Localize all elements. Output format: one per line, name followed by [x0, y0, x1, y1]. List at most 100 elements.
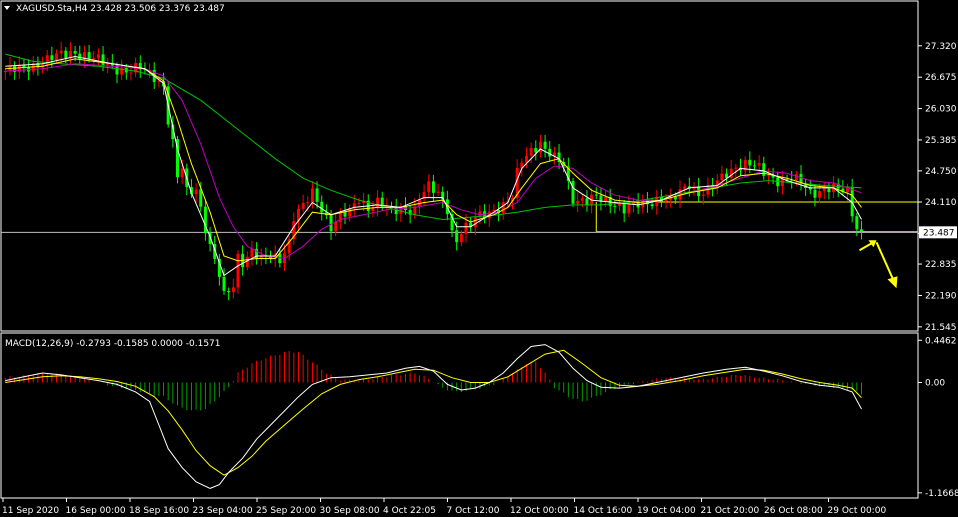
- ma-fast-line: [5, 55, 862, 277]
- bear-candle: [64, 50, 68, 58]
- drop-arrow-line: [875, 241, 895, 281]
- price-tick-label: 24.750: [925, 167, 957, 177]
- time-tick-label: 16 Sep 00:00: [66, 506, 126, 516]
- bear-candle: [329, 215, 333, 232]
- trading-chart[interactable]: XAGUSD.Sta,H4 23.428 23.506 23.376 23.48…: [0, 0, 958, 517]
- macd-header: MACD(12,26,9) -0.2793 -0.1585 0.0000 -0.…: [5, 339, 221, 349]
- ma-mid-line: [5, 58, 862, 262]
- bear-candle: [748, 159, 752, 166]
- bull-candle: [720, 173, 724, 181]
- bear-candle: [50, 55, 54, 61]
- bear-candle: [571, 180, 575, 204]
- bull-candle: [701, 194, 705, 196]
- bull-candle: [464, 222, 468, 234]
- bull-candle: [780, 179, 784, 187]
- bull-candle: [538, 141, 542, 153]
- bull-candle: [766, 175, 770, 177]
- bear-candle: [752, 165, 756, 167]
- bull-candle: [524, 155, 528, 163]
- bear-candle: [585, 198, 589, 206]
- macd-histogram: [4, 350, 862, 411]
- time-tick-label: 21 Oct 20:00: [701, 506, 760, 516]
- macd-lines: [5, 344, 862, 489]
- macd-tick-label: 0.4462: [925, 336, 957, 346]
- bear-candle: [101, 54, 105, 65]
- time-tick-label: 30 Sep 08:00: [320, 506, 380, 516]
- bear-candle: [673, 196, 677, 200]
- bull-candle: [734, 167, 738, 169]
- price-tick-label: 22.835: [925, 260, 957, 270]
- horizontal-lines[interactable]: [1, 201, 918, 233]
- bear-candle: [73, 50, 77, 54]
- time-axis: 11 Sep 2020 16 Sep 00:00 18 Sep 16:00 23 Se…: [2, 498, 886, 516]
- bear-candle: [855, 216, 859, 230]
- bull-candle: [473, 216, 477, 228]
- bear-candle: [650, 204, 654, 207]
- bull-candle: [818, 191, 822, 198]
- bull-candle: [376, 197, 380, 209]
- ma-slow-line: [5, 63, 862, 260]
- bull-candle: [301, 203, 305, 209]
- macd-axis: 0.4462 0.00 -1.1668: [918, 336, 958, 499]
- bear-candle: [622, 203, 626, 214]
- bear-candle: [222, 276, 226, 291]
- moving-averages: [5, 53, 862, 277]
- symbol-header: XAGUSD.Sta,H4 23.428 23.506 23.376 23.48…: [16, 4, 225, 14]
- bull-candle: [96, 54, 100, 59]
- time-tick-label: 4 Oct 22:05: [383, 506, 436, 516]
- forecast-arrow[interactable]: [858, 240, 898, 289]
- bull-candle: [436, 191, 440, 193]
- time-tick-label: 19 Oct 04:00: [637, 506, 696, 516]
- time-tick-label: 26 Oct 08:00: [764, 506, 823, 516]
- time-tick-label: 23 Sep 04:00: [193, 506, 253, 516]
- bull-candle: [822, 188, 826, 192]
- bull-candle: [757, 163, 761, 166]
- bull-candle: [306, 202, 310, 204]
- price-tick-label: 24.110: [925, 198, 957, 208]
- bear-candle: [543, 141, 547, 149]
- bull-candle: [683, 186, 687, 190]
- time-tick-label: 14 Oct 16:00: [574, 506, 633, 516]
- bull-candle: [250, 248, 254, 257]
- bull-candle: [129, 72, 133, 74]
- bull-candle: [580, 198, 584, 201]
- price-tick-label: 26.030: [925, 105, 957, 115]
- chevron-down-icon[interactable]: [4, 6, 10, 10]
- bull-candle: [576, 200, 580, 204]
- time-tick-label: 18 Sep 16:00: [129, 506, 189, 516]
- bull-candle: [501, 202, 505, 214]
- bear-candle: [199, 189, 203, 207]
- bear-candle: [431, 181, 435, 193]
- candles: [3, 41, 863, 301]
- price-tick-label: 26.675: [925, 73, 957, 83]
- time-tick-label: 25 Sep 20:00: [256, 506, 316, 516]
- time-tick-label: 11 Sep 2020: [2, 506, 59, 516]
- bull-candle: [427, 181, 431, 193]
- bear-candle: [320, 201, 324, 213]
- bear-candle: [343, 211, 347, 217]
- price-tick-label: 21.545: [925, 323, 957, 333]
- price-tick-label: 25.385: [925, 136, 957, 146]
- bull-candle: [59, 50, 63, 54]
- macd-panel[interactable]: [0, 332, 919, 499]
- bull-candle: [334, 221, 338, 232]
- price-panel[interactable]: [0, 0, 919, 332]
- bull-candle: [55, 53, 59, 61]
- bear-candle: [78, 53, 82, 60]
- price-tick-label: 22.190: [925, 291, 957, 301]
- bull-candle: [236, 253, 240, 288]
- bull-candle: [310, 188, 314, 203]
- bear-candle: [548, 148, 552, 157]
- time-tick-label: 7 Oct 12:00: [447, 506, 500, 516]
- bear-candle: [534, 148, 538, 153]
- bull-candle: [357, 202, 361, 204]
- macd-tick-label: 0.00: [925, 378, 945, 388]
- bear-candle: [859, 229, 863, 232]
- price-axis: 27.320 26.675 26.030 25.385 24.750 24.110 23.4…: [918, 42, 957, 333]
- bear-candle: [813, 189, 817, 198]
- bear-candle: [227, 290, 231, 293]
- bear-candle: [455, 230, 459, 243]
- bull-candle: [92, 58, 96, 60]
- bull-candle: [459, 233, 463, 243]
- bull-candle: [627, 204, 631, 214]
